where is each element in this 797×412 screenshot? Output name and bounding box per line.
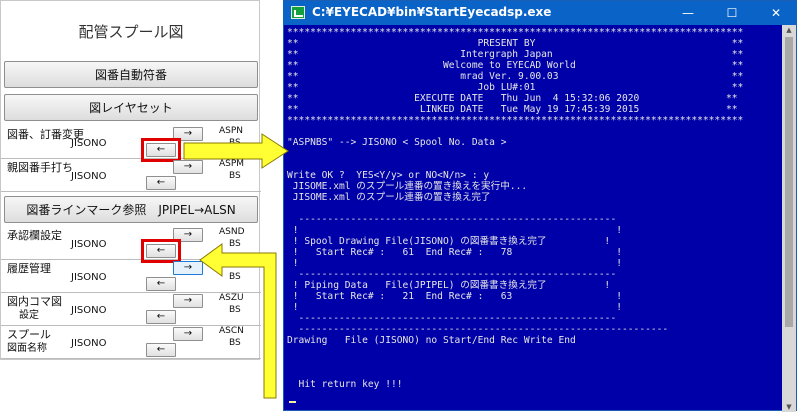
close-button[interactable]: ✕ [756, 3, 796, 23]
right-arrow-button[interactable]: → [173, 160, 203, 174]
row-code-sub: BS [229, 272, 241, 282]
layer-set-button[interactable]: 図レイヤセット [4, 94, 258, 121]
row-code-sub: BS [229, 239, 241, 249]
row-sublabel: JISONO [71, 171, 107, 182]
auto-number-button[interactable]: 図番自動符番 [4, 61, 258, 88]
right-arrow-button[interactable]: → [173, 294, 203, 308]
row-label: 履歴管理 [7, 262, 51, 275]
console-line: ****************************************… [287, 115, 744, 126]
right-arrow-button[interactable]: → [173, 327, 203, 341]
console-output[interactable]: ****************************************… [287, 28, 783, 410]
console-line: ! ! [287, 302, 623, 313]
row-code: ASRH [219, 260, 244, 270]
left-arrow-button[interactable]: ← [146, 310, 176, 324]
console-line: "ASPNBS" --> JISONO < Spool No. Data > [287, 137, 507, 148]
console-line: ** PRESENT BY ** [287, 38, 744, 49]
row-code: ASPM [219, 159, 245, 169]
row-label: 親図番手打ち [7, 161, 73, 174]
console-scrollbar[interactable]: ▲ ▼ [782, 25, 796, 412]
console-line: ** LINKED DATE Tue May 19 17:45:39 2015 … [287, 104, 738, 115]
console-line: ** Welcome to EYECAD World ** [287, 60, 744, 71]
scroll-thumb[interactable] [785, 37, 793, 327]
row-code: ASPN [219, 126, 244, 136]
left-arrow-button[interactable]: ← [146, 343, 176, 357]
line-mark-button[interactable]: 図番ラインマーク参照 JPIPEL→ALSN [4, 196, 258, 223]
row-frame-drawing-setting: 図内コマ図 設定 JISONO ASZU BS → ← [1, 293, 261, 326]
console-app-icon [291, 6, 305, 19]
console-line: Hit return key !!! [287, 379, 403, 390]
console-line: ! ! [287, 225, 623, 236]
console-line: ! ! [287, 258, 623, 269]
left-arrow-button[interactable]: ← [146, 277, 176, 291]
console-titlebar: C:¥EYECAD¥bin¥StartEyecadsp.exe — ☐ ✕ [284, 1, 796, 25]
console-line: Drawing File (JISONO) no Start/End Rec W… [287, 335, 576, 346]
row-sublabel: JISONO [71, 138, 107, 149]
console-window: C:¥EYECAD¥bin¥StartEyecadsp.exe — ☐ ✕ **… [283, 0, 797, 412]
row-code: ASCN [219, 326, 244, 336]
row-history-management: 履歴管理 JISONO ASRH BS → ← [1, 260, 261, 293]
row-code-sub: BS [229, 138, 241, 148]
console-line: ! Spool Drawing File(JISONO) の図番書き換え完了 ! [287, 236, 611, 247]
right-arrow-button[interactable]: → [173, 261, 203, 275]
console-line: ----------------------------------------… [287, 214, 617, 225]
row-parent-drawing-number: 親図番手打ち JISONO ASPM BS → ← [1, 159, 261, 192]
row-code-sub: BS [229, 305, 241, 315]
console-line: ----------------------------------------… [287, 313, 617, 324]
row-sublabel: JISONO [71, 239, 107, 250]
left-arrow-button[interactable]: ← [146, 176, 176, 190]
row-drawing-number-change: 図番、訂番変更 JISONO ASPN BS → ← [1, 126, 261, 159]
console-line: ! Start Rec# : 61 End Rec# : 78 ! [287, 247, 623, 258]
console-line: ****************************************… [287, 28, 744, 38]
console-line: ** Job LU#:01 ** [287, 82, 744, 93]
row-label-line2: 設定 [19, 310, 39, 321]
console-line: Write OK ? YES<Y/y> or NO<N/n> : y [287, 170, 490, 181]
row-label-line2: 図面名称 [7, 343, 47, 354]
row-code: ASZU [219, 293, 244, 303]
console-line: ** Intergraph Japan ** [287, 49, 744, 60]
panel-title: 配管スプール図 [78, 23, 184, 41]
maximize-button[interactable]: ☐ [712, 3, 752, 23]
row-sublabel: JISONO [71, 305, 107, 316]
console-line: JISOME.xml のスプール連番の置き換えを実行中... [287, 181, 528, 192]
row-spool-drawing-name: スプール 図面名称 JISONO ASCN BS → ← [1, 326, 261, 359]
console-line: ----------------------------------------… [287, 269, 617, 280]
console-title: C:¥EYECAD¥bin¥StartEyecadsp.exe [312, 5, 552, 19]
console-line: JISOME.xml のスプール連番の置き換え完了 [287, 192, 491, 203]
scroll-up-icon[interactable]: ▲ [784, 26, 794, 34]
row-sublabel: JISONO [71, 272, 107, 283]
console-line: ** EXECUTE DATE Thu Jun 4 15:32:06 2020 … [287, 93, 738, 104]
row-code: ASND [219, 227, 245, 237]
console-line: ----------------------------------------… [287, 324, 669, 335]
console-line: ! Start Rec# : 21 End Rec# : 63 ! [287, 291, 623, 302]
minimize-button[interactable]: — [668, 3, 708, 23]
console-line: ** mrad Ver. 9.00.03 ** [287, 71, 744, 82]
spool-drawing-panel: 配管スプール図 図番自動符番 図レイヤセット 図番、訂番変更 JISONO AS… [0, 0, 261, 360]
text-cursor [289, 401, 296, 403]
row-label: 承認欄設定 [7, 229, 62, 242]
row-sublabel: JISONO [71, 338, 107, 349]
row-code-sub: BS [229, 171, 241, 181]
console-line: ! Piping Data File(JPIPEL) の図番書き換え完了 ! [287, 280, 611, 291]
row-approval-setting: 承認欄設定 JISONO ASND BS → ← [1, 227, 261, 260]
scroll-down-icon[interactable]: ▼ [784, 403, 794, 411]
row-code-sub: BS [229, 338, 241, 348]
